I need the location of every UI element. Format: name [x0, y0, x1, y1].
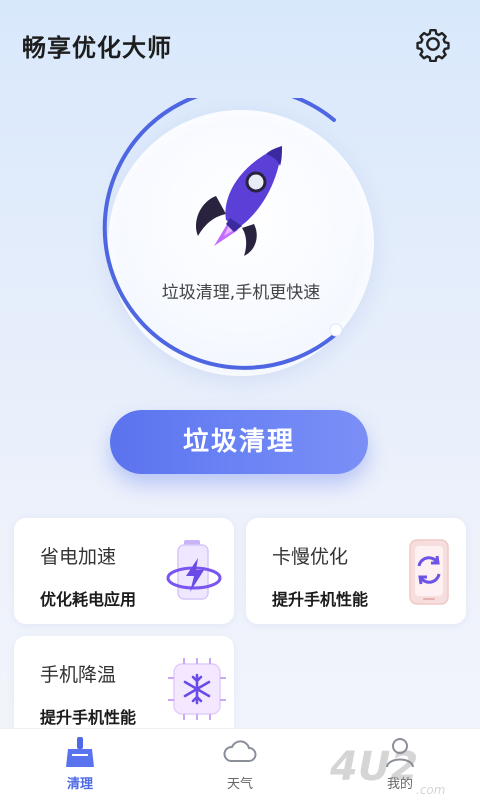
card-title: 卡慢优化 [272, 546, 349, 568]
card-lag-optimize[interactable]: 卡慢优化 提升手机性能 [246, 518, 466, 624]
card-subtitle: 提升手机性能 [40, 708, 137, 727]
cloud-icon [223, 740, 257, 762]
battery-lightning-icon [166, 540, 222, 600]
phone-refresh-icon [409, 539, 449, 605]
header: 畅享优化大师 [0, 0, 480, 90]
svg-text:4U2: 4U2 [330, 744, 418, 790]
card-title: 省电加速 [40, 546, 117, 568]
tab-label: 清理 [66, 777, 93, 792]
tab-label: 天气 [226, 777, 253, 792]
card-subtitle: 优化耗电应用 [40, 590, 137, 609]
watermark-logo: 4U2 .com [330, 744, 445, 797]
broom-icon [66, 737, 94, 767]
card-subtitle: 提升手机性能 [272, 590, 369, 609]
card-title: 手机降温 [40, 664, 117, 686]
tab-weather[interactable]: 天气 [180, 729, 300, 801]
clean-button[interactable]: 垃圾清理 [110, 410, 368, 474]
rocket-icon [196, 146, 282, 256]
tab-clean[interactable]: 清理 [20, 729, 140, 801]
app-title: 畅享优化大师 [22, 34, 172, 62]
card-phone-cooling[interactable]: 手机降温 提升手机性能 [14, 636, 234, 742]
snowflake-chip-icon [168, 658, 226, 720]
svg-text:.com: .com [416, 783, 445, 797]
gear-icon[interactable] [415, 26, 451, 62]
hero-caption: 垃圾清理,手机更快速 [161, 283, 321, 303]
card-power-saving[interactable]: 省电加速 优化耗电应用 [14, 518, 234, 624]
hero-clean-dial[interactable]: 垃圾清理,手机更快速 [96, 98, 386, 388]
